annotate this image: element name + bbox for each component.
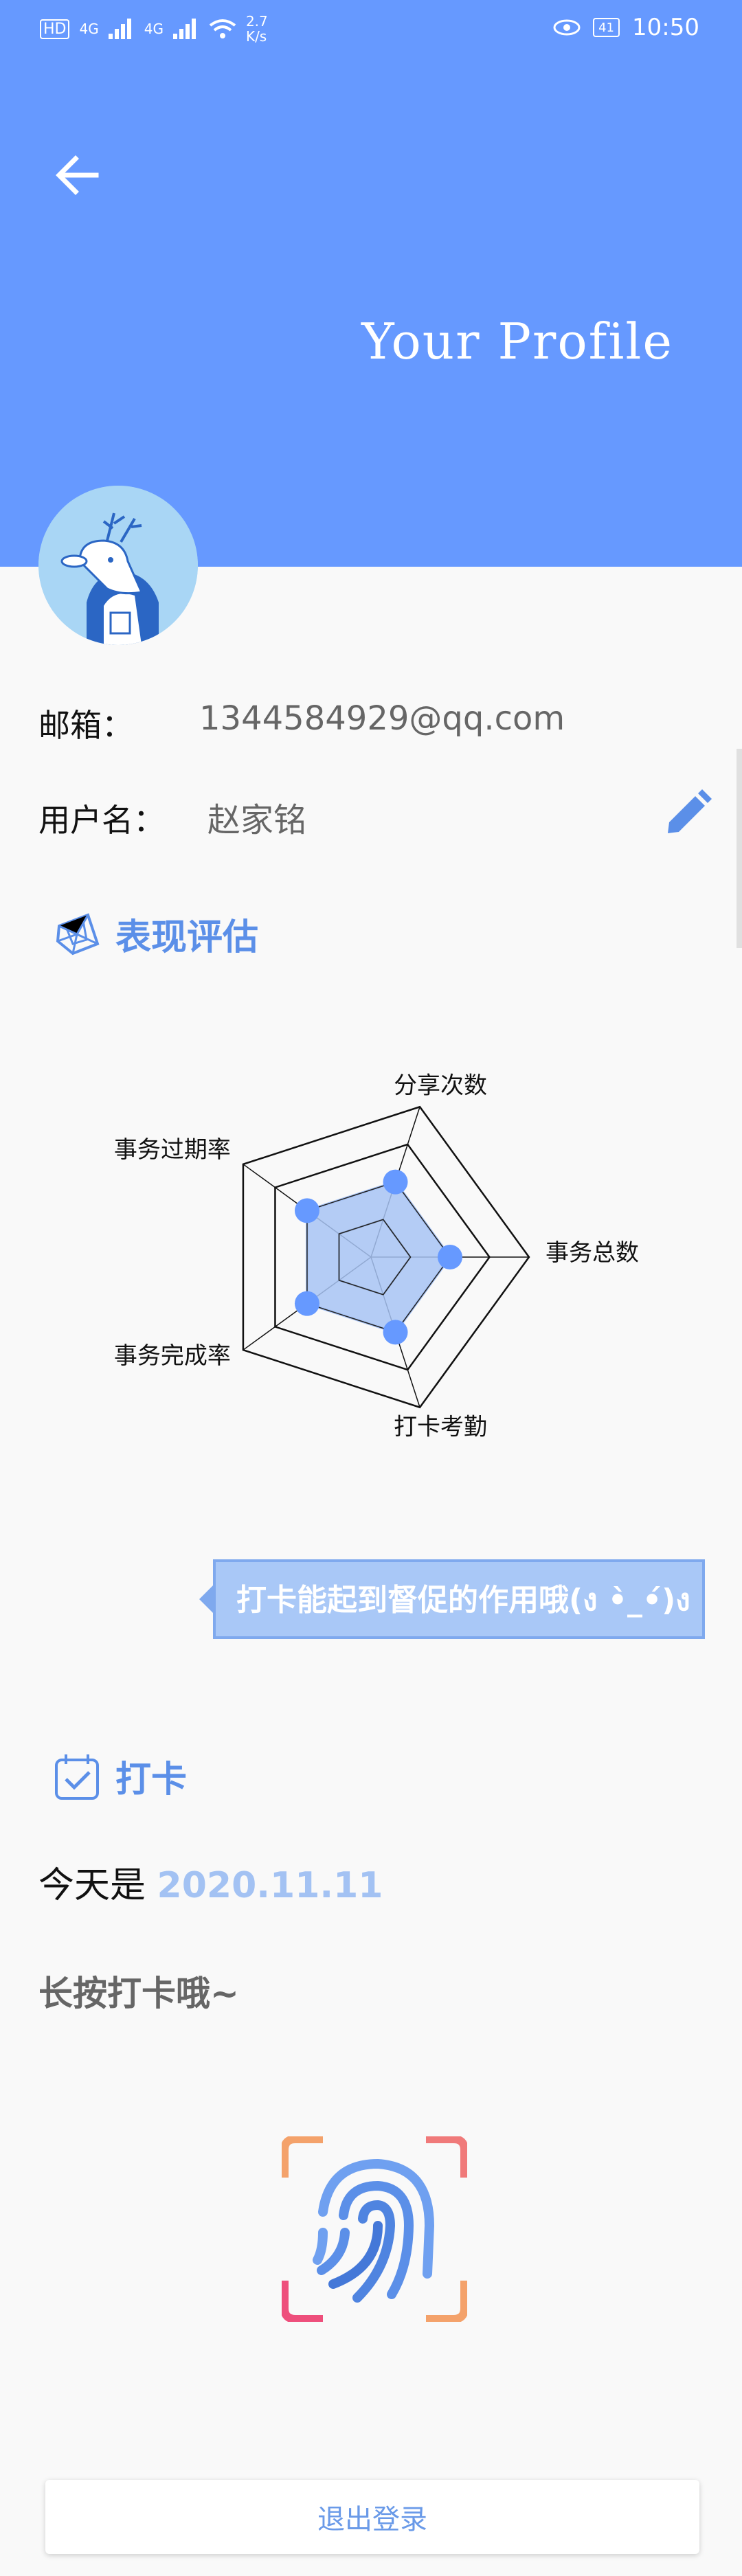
hd-badge: HD — [40, 19, 70, 39]
username-label: 用户名： — [38, 802, 165, 839]
status-time: 10:50 — [632, 14, 699, 41]
signal-icon — [172, 19, 196, 39]
email-value: 1344584929@qq.com — [199, 699, 565, 738]
long-press-hint: 长按打卡哦~ — [38, 1974, 239, 2013]
net-speed-value: 2.7 — [245, 13, 268, 30]
avatar[interactable] — [38, 486, 198, 645]
edit-username-button[interactable] — [660, 787, 715, 841]
radar-data-area — [305, 1180, 452, 1334]
radar-point-0[interactable] — [383, 1169, 408, 1195]
scrollbar[interactable] — [737, 749, 742, 948]
radar-point-2[interactable] — [383, 1320, 408, 1345]
radar-point-3[interactable] — [294, 1291, 319, 1316]
battery-icon: 41 — [593, 18, 620, 37]
status-bar: HD 4G 4G 2.7 K/s 41 10:50 — [0, 0, 742, 62]
deer-avatar-icon — [38, 486, 198, 645]
checkin-section-header: 打卡 — [52, 1750, 187, 1802]
radar-axis-label: 分享次数 — [394, 1072, 487, 1099]
radar-axis-label: 事务完成率 — [114, 1342, 231, 1370]
logout-button[interactable]: 退出登录 — [45, 2480, 699, 2554]
profile-header: HD 4G 4G 2.7 K/s 41 10:50 Your Profile — [0, 0, 742, 567]
radar-axis-label: 事务过期率 — [114, 1136, 231, 1164]
network-label-2: 4G — [144, 21, 164, 37]
wifi-icon — [209, 19, 236, 38]
radar-chart: 分享次数事务总数打卡考勤 事务完成率 事务过期率 — [0, 982, 742, 1504]
checkin-title: 打卡 — [115, 1759, 188, 1800]
today-date: 2020.11.11 — [157, 1865, 383, 1906]
email-label: 邮箱： — [38, 707, 133, 744]
page-title: Your Profile — [361, 313, 673, 370]
radar-axis-label: 打卡考勤 — [394, 1414, 487, 1441]
net-speed-unit: K/s — [245, 28, 267, 45]
radar-axis-label: 事务总数 — [546, 1239, 639, 1267]
tooltip-pointer — [199, 1584, 214, 1614]
signal-icon — [108, 19, 131, 39]
eye-icon — [553, 19, 581, 36]
username-value: 赵家铭 — [207, 801, 307, 839]
evaluation-title: 表现评估 — [115, 917, 259, 958]
fingerprint-icon — [280, 2135, 469, 2323]
radar-point-1[interactable] — [438, 1245, 462, 1269]
today-prefix: 今天是 — [38, 1865, 157, 1906]
radar-icon — [56, 912, 100, 955]
evaluation-section-header: 表现评估 — [52, 908, 258, 960]
calendar-check-icon — [55, 1754, 99, 1800]
back-button[interactable] — [48, 148, 110, 203]
fingerprint-checkin-button[interactable] — [280, 2135, 469, 2323]
network-label-1: 4G — [79, 21, 99, 37]
pencil-icon — [668, 789, 712, 833]
checkin-tooltip: 打卡能起到督促的作用哦(ง •̀_•́)ง — [213, 1559, 705, 1639]
today-line: 今天是 2020.11.11 — [38, 1856, 383, 1908]
radar-point-4[interactable] — [294, 1198, 319, 1223]
arrow-left-icon — [56, 155, 99, 195]
